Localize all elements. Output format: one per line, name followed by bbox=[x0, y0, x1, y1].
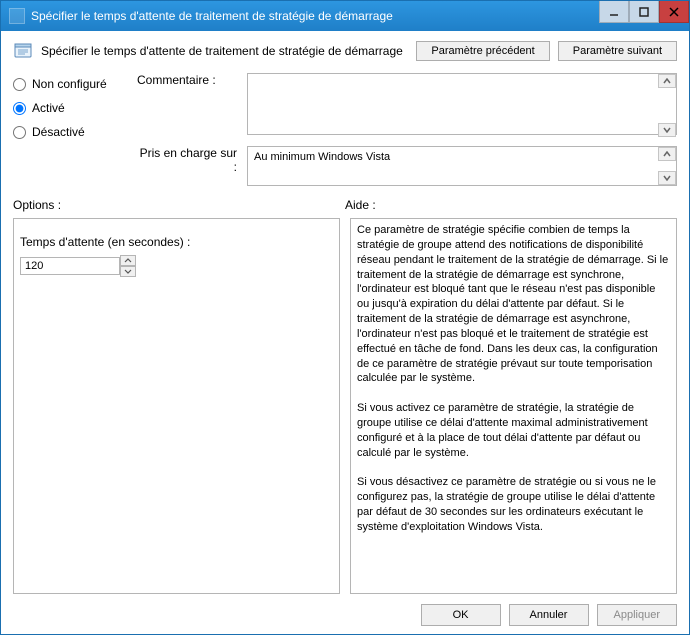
cancel-button[interactable]: Annuler bbox=[509, 604, 589, 626]
scroll-up-icon[interactable] bbox=[658, 74, 676, 88]
apply-button[interactable]: Appliquer bbox=[597, 604, 677, 626]
next-setting-button[interactable]: Paramètre suivant bbox=[558, 41, 677, 61]
supported-on-value: Au minimum Windows Vista bbox=[247, 146, 677, 186]
options-section-label: Options : bbox=[13, 198, 345, 212]
help-text-panel: Ce paramètre de stratégie spécifie combi… bbox=[350, 218, 677, 594]
radio-disabled-input[interactable] bbox=[13, 126, 26, 139]
policy-icon bbox=[13, 41, 33, 61]
help-section-label: Aide : bbox=[345, 198, 677, 212]
minimize-button[interactable] bbox=[599, 1, 629, 23]
scroll-down-icon[interactable] bbox=[658, 123, 676, 137]
spinner-up-button[interactable] bbox=[120, 255, 136, 266]
app-icon bbox=[9, 8, 25, 24]
radio-disabled-label: Désactivé bbox=[32, 125, 85, 139]
title-bar: Spécifier le temps d'attente de traiteme… bbox=[1, 1, 689, 31]
maximize-button[interactable] bbox=[629, 1, 659, 23]
radio-enabled-input[interactable] bbox=[13, 102, 26, 115]
radio-not-configured-input[interactable] bbox=[13, 78, 26, 91]
policy-title: Spécifier le temps d'attente de traiteme… bbox=[41, 44, 403, 58]
radio-not-configured[interactable]: Non configuré bbox=[13, 77, 123, 91]
options-panel: Temps d'attente (en secondes) : bbox=[13, 218, 340, 594]
close-button[interactable] bbox=[659, 1, 689, 23]
radio-disabled[interactable]: Désactivé bbox=[13, 125, 123, 139]
comment-textarea[interactable] bbox=[247, 73, 677, 135]
scroll-down-icon[interactable] bbox=[658, 171, 676, 185]
radio-enabled[interactable]: Activé bbox=[13, 101, 123, 115]
ok-button[interactable]: OK bbox=[421, 604, 501, 626]
wait-time-label: Temps d'attente (en secondes) : bbox=[20, 235, 333, 249]
comment-label: Commentaire : bbox=[137, 73, 237, 87]
previous-setting-button[interactable]: Paramètre précédent bbox=[416, 41, 549, 61]
scroll-up-icon[interactable] bbox=[658, 147, 676, 161]
supported-label: Pris en charge sur : bbox=[137, 146, 237, 174]
radio-enabled-label: Activé bbox=[32, 101, 65, 115]
spinner-down-button[interactable] bbox=[120, 266, 136, 277]
wait-time-input[interactable] bbox=[20, 257, 120, 275]
window-title: Spécifier le temps d'attente de traiteme… bbox=[31, 9, 599, 23]
radio-not-configured-label: Non configuré bbox=[32, 77, 107, 91]
